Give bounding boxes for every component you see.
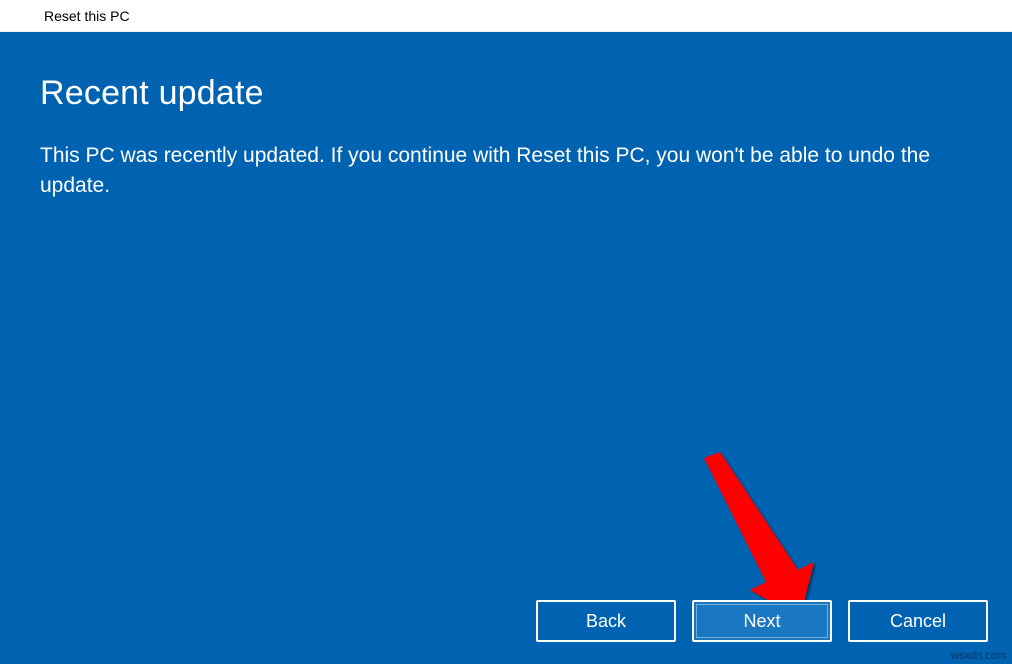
- window-titlebar: Reset this PC: [0, 0, 1012, 32]
- next-button[interactable]: Next: [692, 600, 832, 642]
- window-title: Reset this PC: [44, 8, 130, 24]
- watermark-text: wsxdn.com: [951, 650, 1006, 662]
- dialog-content: Recent update This PC was recently updat…: [0, 32, 1012, 664]
- annotation-arrow-icon: [686, 452, 816, 622]
- cancel-button[interactable]: Cancel: [848, 600, 988, 642]
- body-text: This PC was recently updated. If you con…: [40, 141, 960, 202]
- button-row: Back Next Cancel: [536, 600, 988, 642]
- back-button[interactable]: Back: [536, 600, 676, 642]
- page-heading: Recent update: [40, 74, 972, 113]
